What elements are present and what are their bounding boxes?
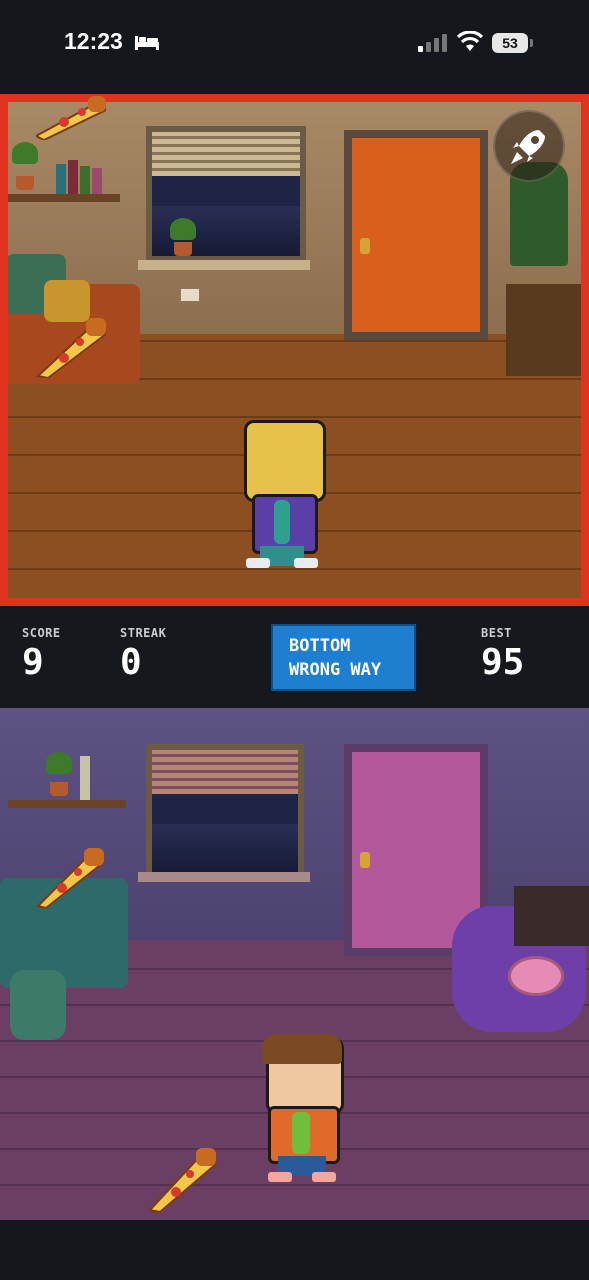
wrong-way-message: BOTTOM WRONG WAY — [271, 624, 416, 691]
status-bar: 12:23 53 — [0, 0, 589, 92]
message-line-2: WRONG WAY — [289, 660, 382, 680]
battery-icon: 53 — [492, 33, 534, 53]
player-character-panicking — [238, 420, 326, 576]
bottom-window — [146, 744, 304, 880]
streak-value: 0 — [120, 642, 142, 683]
book — [68, 160, 78, 194]
rocket-icon — [511, 130, 545, 164]
donut — [508, 956, 564, 996]
bottom-window-sill — [138, 872, 310, 882]
score-stat: SCORE 9 — [22, 626, 61, 683]
desk — [514, 886, 589, 946]
bed-icon — [135, 36, 159, 50]
streak-label: STREAK — [120, 626, 167, 640]
cellular-signal-icon — [418, 34, 447, 52]
book — [80, 756, 90, 800]
bottom-bar — [0, 1220, 589, 1280]
boost-button[interactable] — [493, 110, 565, 182]
book — [56, 164, 66, 194]
door-knob — [360, 238, 370, 254]
top-bookshelf — [8, 194, 120, 202]
top-door — [344, 130, 488, 340]
door-knob — [360, 852, 370, 868]
book — [80, 166, 90, 194]
streak-stat: STREAK 0 — [120, 626, 166, 683]
best-value: 95 — [481, 642, 525, 683]
message-line-1: BOTTOM — [289, 636, 351, 656]
top-window-sill — [138, 260, 310, 270]
top-shelf-plant — [10, 142, 40, 192]
top-sill-plant — [168, 218, 198, 262]
shoe-rack — [506, 284, 589, 376]
best-stat: BEST 95 — [481, 626, 524, 683]
bottom-room-scene[interactable] — [0, 708, 589, 1220]
bottom-shelf — [8, 800, 126, 808]
wifi-icon — [456, 31, 484, 51]
book — [92, 168, 102, 194]
sofa-pillow — [44, 280, 90, 322]
wall-outlet — [180, 288, 200, 302]
backpack — [10, 970, 66, 1040]
bottom-shelf-plant — [44, 752, 74, 800]
scoreboard: SCORE 9 STREAK 0 BOTTOM WRONG WAY BEST 9… — [0, 606, 589, 708]
score-value: 9 — [22, 642, 44, 683]
player-character-happy — [262, 1034, 344, 1188]
score-label: SCORE — [22, 626, 61, 640]
status-time: 12:23 — [64, 28, 123, 54]
battery-level: 53 — [492, 33, 528, 53]
best-label: BEST — [481, 626, 512, 640]
